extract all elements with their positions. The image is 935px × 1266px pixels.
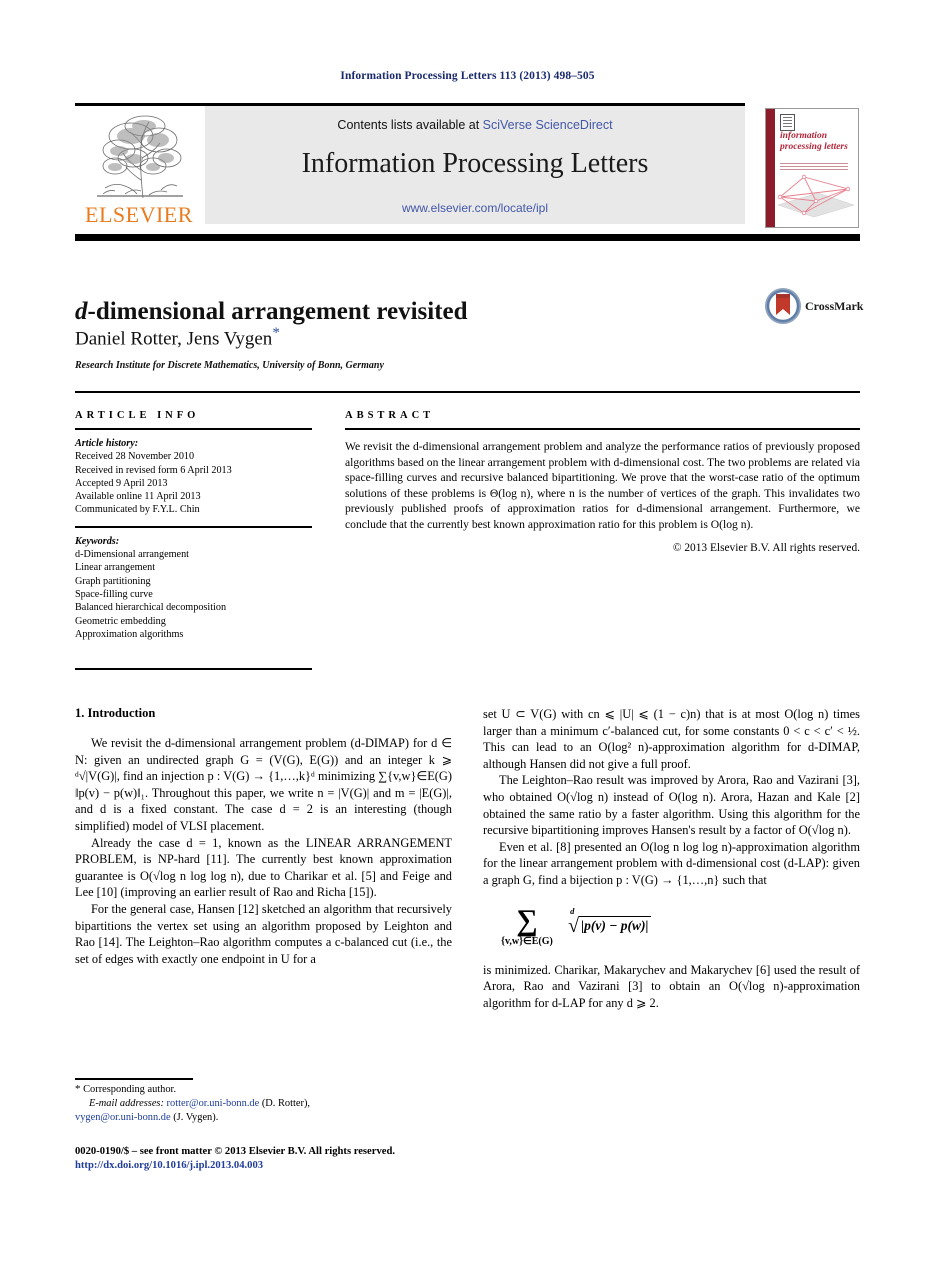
abstract-column: ABSTRACT We revisit the d-dimensional ar… <box>345 410 860 554</box>
paragraph: For the general case, Hansen [12] sketch… <box>75 901 452 966</box>
email-line-1: E-mail addresses: rotter@or.uni-bonn.de … <box>75 1097 452 1111</box>
keyword-item: Balanced hierarchical decomposition <box>75 602 227 614</box>
affiliation: Research Institute for Discrete Mathemat… <box>75 360 384 371</box>
doi-link[interactable]: http://dx.doi.org/10.1016/j.ipl.2013.04.… <box>75 1160 263 1171</box>
elsevier-wordmark: ELSEVIER <box>85 202 193 227</box>
front-matter-line: 0020-0190/$ – see front matter © 2013 El… <box>75 1146 395 1157</box>
display-equation: ∑ {v,w}∈E(G) d √ |p(v) − p(w)| <box>483 903 860 947</box>
email-owner-vygen: (J. Vygen). <box>173 1111 219 1123</box>
paragraph: set U ⊂ V(G) with cn ⩽ |U| ⩽ (1 − c)n) t… <box>483 707 860 771</box>
sum-subscript: {v,w}∈E(G) <box>501 935 553 947</box>
abstract-copyright: © 2013 Elsevier B.V. All rights reserved… <box>672 541 860 554</box>
crossmark-badge[interactable]: CrossMark <box>765 288 863 328</box>
keyword-item: d-Dimensional arrangement <box>75 549 190 561</box>
article-history-block: Article history: Received 28 November 20… <box>75 437 312 517</box>
article-info-heading: ARTICLE INFO <box>75 410 200 421</box>
email-link-vygen[interactable]: vygen@or.uni-bonn.de <box>75 1112 171 1123</box>
contents-lists-line: Contents lists available at SciVerse Sci… <box>205 118 745 132</box>
history-item: Received in revised form 6 April 2013 <box>75 464 232 476</box>
article-info-column: ARTICLE INFO Article history: Received 2… <box>75 410 312 641</box>
history-item: Accepted 9 April 2013 <box>75 477 168 489</box>
paragraph: Even et al. [8] presented an O(log n log… <box>483 839 860 887</box>
article-info-rule <box>75 428 312 430</box>
email-addresses-label: E-mail addresses: <box>89 1097 164 1109</box>
sigma-glyph: ∑ <box>516 903 538 937</box>
body-column-left: 1. Introduction We revisit the d-dimensi… <box>75 706 452 967</box>
title-remainder: -dimensional arrangement revisited <box>87 297 468 325</box>
email-line-2: vygen@or.uni-bonn.de (J. Vygen). <box>75 1111 452 1125</box>
history-item: Communicated by F.Y.L. Chin <box>75 504 200 516</box>
article-info-bottom-rule <box>75 668 312 670</box>
radicand: |p(v) − p(w)| <box>579 915 652 934</box>
imprint-block: 0020-0190/$ – see front matter © 2013 El… <box>75 1145 475 1173</box>
author-list: Daniel Rotter, Jens Vygen* <box>75 325 715 350</box>
abstract-text: We revisit the d-dimensional arrangement… <box>345 440 860 531</box>
contents-prefix: Contents lists available at <box>337 118 483 132</box>
paper-page: Information Processing Letters 113 (2013… <box>0 0 935 1266</box>
footnote-star-marker: * <box>75 1083 81 1095</box>
keyword-item: Geometric embedding <box>75 615 166 627</box>
journal-masthead: ELSEVIER Contents lists available at Sci… <box>75 106 745 229</box>
title-italic-d: d <box>75 297 88 325</box>
cover-publisher-logo-icon <box>780 114 795 131</box>
root-index: d <box>570 905 575 916</box>
footnote-block: * Corresponding author. E-mail addresses… <box>75 1083 452 1124</box>
corresponding-author-text: Corresponding author. <box>83 1084 177 1095</box>
summation-symbol: ∑ {v,w}∈E(G) <box>501 903 553 947</box>
article-history-label: Article history: <box>75 438 139 449</box>
title-bottom-rule <box>75 391 860 393</box>
author-names: Daniel Rotter, Jens Vygen <box>75 328 273 350</box>
keyword-item: Graph partitioning <box>75 575 151 587</box>
journal-title: Information Processing Letters <box>301 148 649 179</box>
keywords-block: Keywords: d-Dimensional arrangement Line… <box>75 535 312 641</box>
footnote-rule <box>75 1078 193 1080</box>
crossmark-icon <box>765 288 801 324</box>
cover-subtitle-lines <box>780 163 848 170</box>
email-owner-rotter: (D. Rotter), <box>261 1097 311 1109</box>
radical-sign-icon: √ <box>568 914 580 937</box>
paragraph: We revisit the d-dimensional arrangement… <box>75 736 452 833</box>
elsevier-logo: ELSEVIER <box>75 106 203 229</box>
keywords-rule <box>75 525 312 528</box>
abstract-rule <box>345 428 860 430</box>
radical-expression: d √ |p(v) − p(w)| <box>568 906 652 938</box>
contents-banner: Contents lists available at SciVerse Sci… <box>205 106 745 224</box>
abstract-heading: ABSTRACT <box>345 410 435 421</box>
corresponding-author-marker: * <box>272 325 280 341</box>
history-item: Received 28 November 2010 <box>75 451 195 463</box>
sciencedirect-link[interactable]: SciVerse ScienceDirect <box>483 118 613 132</box>
body-column-right: set U ⊂ V(G) with cn ⩽ |U| ⩽ (1 − c)n) t… <box>483 706 860 1011</box>
corresponding-author-note: * Corresponding author. <box>75 1083 452 1097</box>
paragraph: The Leighton–Rao result was improved by … <box>483 773 860 838</box>
paragraph: is minimized. Charikar, Makarychev and M… <box>483 962 860 1010</box>
elsevier-tree-icon <box>97 115 183 199</box>
cover-title-text: information processing letters <box>780 131 848 152</box>
keywords-label: Keywords: <box>75 535 120 547</box>
keyword-item: Approximation algorithms <box>75 628 184 640</box>
journal-homepage-link[interactable]: www.elsevier.com/locate/ipl <box>205 201 745 215</box>
running-head: Information Processing Letters 113 (2013… <box>340 70 595 82</box>
keyword-item: Linear arrangement <box>75 562 156 574</box>
cover-network-graph-icon <box>777 174 855 218</box>
email-link-rotter[interactable]: rotter@or.uni-bonn.de <box>167 1098 260 1109</box>
page-title: d-dimensional arrangement revisited <box>75 297 715 327</box>
history-item: Available online 11 April 2013 <box>75 491 201 503</box>
crossmark-label: CrossMark <box>805 299 864 313</box>
journal-cover-thumbnail[interactable]: information processing letters <box>765 108 859 228</box>
paragraph: Already the case d = 1, known as the LIN… <box>75 835 452 900</box>
keyword-item: Space-filling curve <box>75 588 153 600</box>
masthead-bottom-bar <box>75 234 860 241</box>
section-title-introduction: 1. Introduction <box>75 706 156 720</box>
